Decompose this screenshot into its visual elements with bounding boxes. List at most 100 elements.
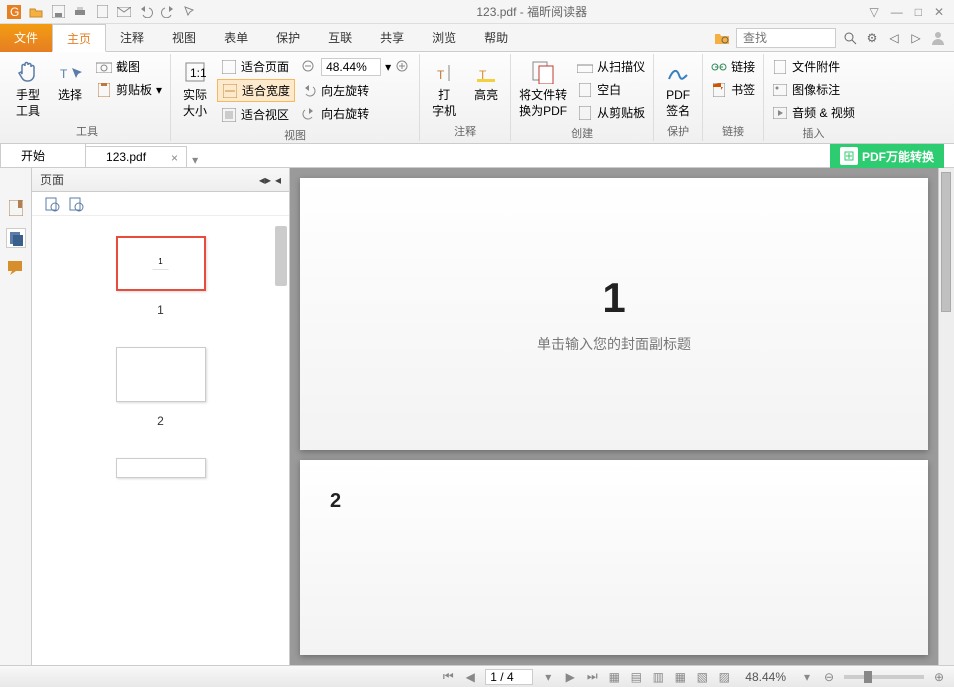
ribbon-toggle-icon[interactable]: ▽ [869, 5, 878, 19]
close-icon[interactable]: ✕ [934, 5, 944, 19]
pdf-convert-banner[interactable]: PDF万能转换 [830, 144, 944, 168]
blank-button[interactable]: 空白 [573, 79, 649, 100]
bookmarks-panel-icon[interactable] [6, 198, 26, 218]
actual-size-button[interactable]: 1:1 实际 大小 [175, 56, 215, 121]
layout3-icon[interactable]: ▥ [651, 670, 665, 684]
thumbnail-1[interactable]: 1———— [116, 236, 206, 291]
zoom-dropdown2-icon[interactable]: ▾ [800, 670, 814, 684]
pdf-sign-button[interactable]: PDF 签名 [658, 56, 698, 121]
layout5-icon[interactable]: ▧ [695, 670, 709, 684]
zoom-in-status-icon[interactable]: ⊕ [932, 670, 946, 684]
hand-tool-button[interactable]: 手型 工具 [8, 56, 48, 121]
zoom-in-icon[interactable] [395, 59, 411, 75]
panel-menu-icon[interactable]: ◂▸ [259, 173, 271, 187]
document-viewer[interactable]: 1 单击输入您的封面副标题 2 [290, 168, 938, 665]
convert-icon [529, 58, 557, 86]
tab-view[interactable]: 视图 [158, 24, 210, 52]
tab-comment[interactable]: 注释 [106, 24, 158, 52]
zoom-out-status-icon[interactable]: ⊖ [822, 670, 836, 684]
fit-width-button[interactable]: 适合宽度 [217, 79, 295, 102]
tab-share[interactable]: 共享 [366, 24, 418, 52]
layout4-icon[interactable]: ▦ [673, 670, 687, 684]
tab-browse[interactable]: 浏览 [418, 24, 470, 52]
zoom-input[interactable] [321, 58, 381, 76]
layout6-icon[interactable]: ▨ [717, 670, 731, 684]
user-icon[interactable] [930, 30, 946, 46]
fit-visible-button[interactable]: 适合视区 [217, 104, 295, 125]
rotate-left-button[interactable]: 向左旋转 [297, 80, 415, 101]
zoom-out-icon[interactable] [301, 59, 317, 75]
rotate-right-button[interactable]: 向右旋转 [297, 103, 415, 124]
link-button[interactable]: 链接 [707, 56, 759, 77]
thumbs-scrollbar[interactable] [275, 226, 287, 286]
doctab-start[interactable]: 开始 [0, 143, 86, 167]
doctab-dropdown-icon[interactable]: ▾ [192, 153, 198, 167]
page-icon[interactable] [94, 4, 110, 20]
vertical-scrollbar[interactable] [938, 168, 954, 665]
doctab-doc[interactable]: 123.pdf× [85, 146, 187, 167]
nav-next-icon[interactable]: ▷ [908, 30, 924, 46]
print-icon[interactable] [72, 4, 88, 20]
attach-button[interactable]: 文件附件 [768, 56, 859, 77]
next-page-icon[interactable]: ▶ [563, 670, 577, 684]
scrollbar-thumb[interactable] [941, 172, 951, 312]
nav-prev-icon[interactable]: ◁ [886, 30, 902, 46]
file-menu[interactable]: 文件 [0, 24, 52, 52]
tab-connect[interactable]: 互联 [314, 24, 366, 52]
comments-panel-icon[interactable] [6, 258, 26, 278]
from-clipboard-button[interactable]: 从剪贴板 [573, 102, 649, 123]
select-tool-button[interactable]: T 选择 [50, 56, 90, 106]
tab-home[interactable]: 主页 [52, 24, 106, 52]
last-page-icon[interactable]: ⏭ [585, 669, 599, 684]
prev-page-icon[interactable]: ◀ [463, 670, 477, 684]
thumbs-zoom2-icon[interactable] [68, 196, 84, 212]
tab-help[interactable]: 帮助 [470, 24, 522, 52]
open-icon[interactable] [28, 4, 44, 20]
email-icon[interactable] [116, 4, 132, 20]
redo-icon[interactable] [160, 4, 176, 20]
gear-icon[interactable]: ⚙ [864, 30, 880, 46]
layout1-icon[interactable]: ▦ [607, 670, 621, 684]
zoom-slider-thumb[interactable] [864, 671, 872, 683]
layout2-icon[interactable]: ▤ [629, 670, 643, 684]
save-icon[interactable] [50, 4, 66, 20]
screenshot-button[interactable]: 截图 [92, 56, 166, 77]
folder-search-icon[interactable] [714, 30, 730, 46]
first-page-icon[interactable]: ⏮ [441, 669, 455, 684]
actual-size-icon: 1:1 [181, 58, 209, 86]
maximize-icon[interactable]: □ [915, 5, 922, 19]
zoom-slider[interactable] [844, 675, 924, 679]
zoom-dropdown-icon[interactable]: ▾ [385, 60, 391, 74]
pages-panel-icon[interactable] [6, 228, 26, 248]
thumbnail-2[interactable] [116, 347, 206, 402]
cursor-dropdown-icon[interactable] [182, 4, 198, 20]
fit-page-label: 适合页面 [241, 58, 289, 75]
dropdown-icon: ▾ [156, 83, 162, 97]
tab-close-icon[interactable]: × [171, 151, 178, 165]
page-dropdown-icon[interactable]: ▾ [541, 670, 555, 684]
tab-protect[interactable]: 保护 [262, 24, 314, 52]
group-tools-label: 工具 [8, 121, 166, 139]
highlight-button[interactable]: T 高亮 [466, 56, 506, 106]
typewriter-label: 打 字机 [432, 88, 456, 119]
image-annot-button[interactable]: 图像标注 [768, 79, 859, 100]
bookmark-button[interactable]: 书签 [707, 79, 759, 100]
fit-page-button[interactable]: 适合页面 [217, 56, 295, 77]
from-scanner-button[interactable]: 从扫描仪 [573, 56, 649, 77]
tab-form[interactable]: 表单 [210, 24, 262, 52]
thumbs-zoom-icon[interactable] [44, 196, 60, 212]
search-icon[interactable] [842, 30, 858, 46]
convert-pdf-button[interactable]: 将文件转 换为PDF [515, 56, 571, 121]
page-number-input[interactable] [485, 669, 533, 685]
av-button[interactable]: 音频 & 视频 [768, 102, 859, 123]
typewriter-button[interactable]: T 打 字机 [424, 56, 464, 121]
rotate-right-label: 向右旋转 [321, 105, 369, 122]
minimize-icon[interactable]: ― [891, 5, 903, 19]
undo-icon[interactable] [138, 4, 154, 20]
doctab-start-label: 开始 [21, 149, 45, 163]
clipboard-button[interactable]: 剪贴板▾ [92, 79, 166, 100]
search-input[interactable] [736, 28, 836, 48]
panel-collapse-icon[interactable]: ◂ [275, 173, 281, 187]
thumbnail-3[interactable] [116, 458, 206, 478]
blank-label: 空白 [597, 81, 621, 98]
